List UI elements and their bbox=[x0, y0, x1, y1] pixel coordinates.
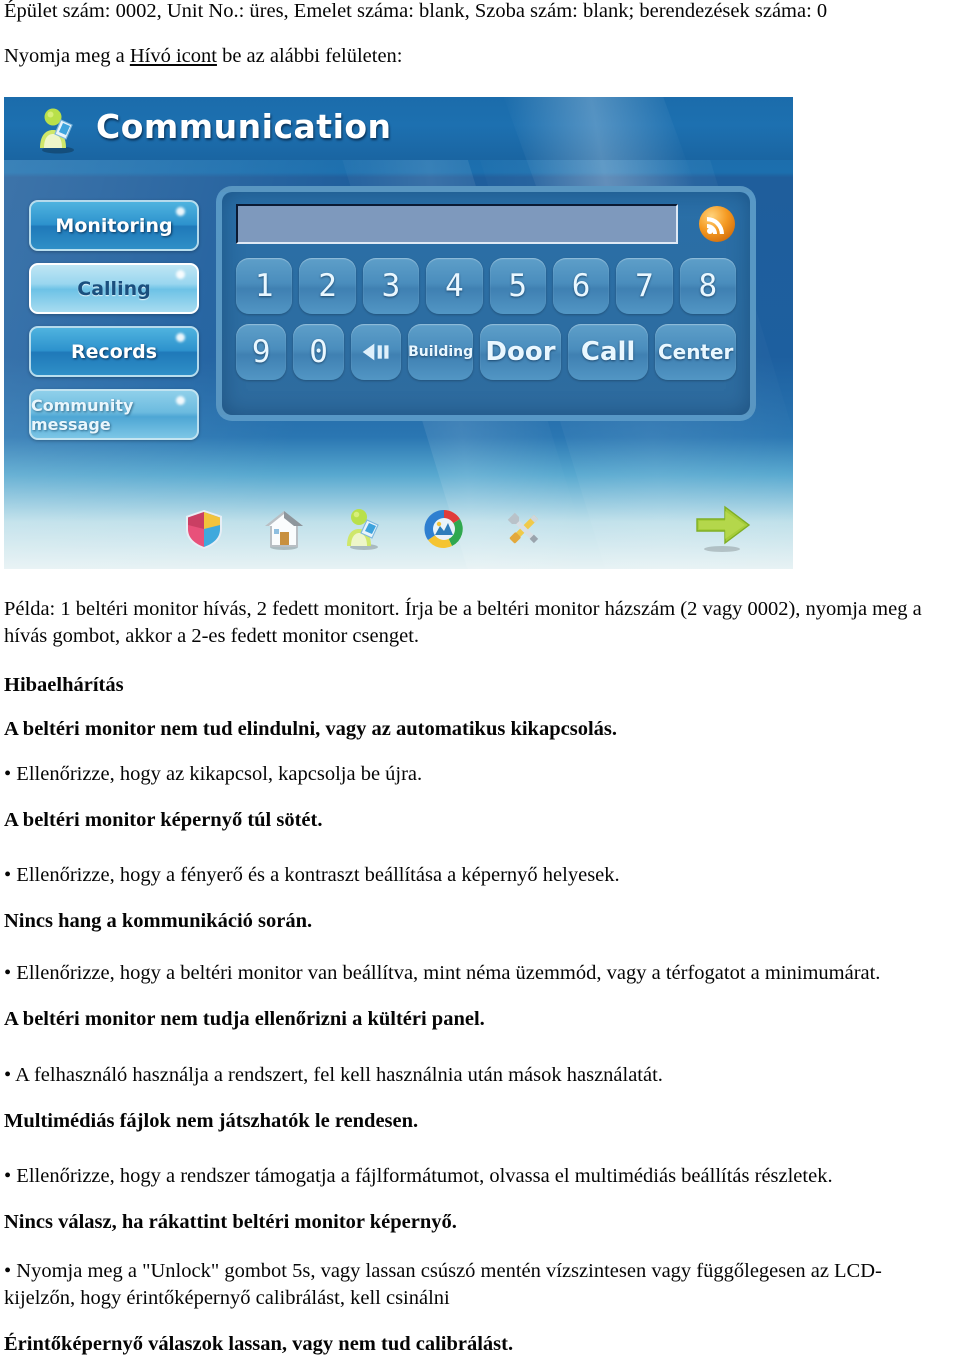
heading-no-outdoor-monitoring-text: A beltéri monitor nem tudja ellenőrizni … bbox=[4, 1008, 485, 1030]
menu-item-monitoring-label: Monitoring bbox=[55, 214, 173, 237]
key-3[interactable]: 3 bbox=[362, 258, 420, 314]
building-info-line: Épület szám: 0002, Unit No.: üres, Emele… bbox=[4, 0, 954, 25]
heading-screen-dark: A beltéri monitor képernyő túl sötét. bbox=[4, 807, 322, 834]
menu-item-monitoring[interactable]: Monitoring bbox=[29, 200, 199, 251]
screen-menu: Monitoring Calling Records Community mes… bbox=[29, 200, 199, 452]
keypad-keys: 1 2 3 4 5 6 7 8 9 0 Building Door Call C… bbox=[236, 258, 736, 390]
display-row bbox=[236, 204, 736, 248]
bullet-mute-volume: • Ellenőrizze, hogy a beltéri monitor va… bbox=[4, 960, 880, 987]
next-arrow-icon[interactable] bbox=[691, 501, 753, 553]
button-highlight bbox=[176, 207, 185, 216]
screen-title: Communication bbox=[96, 107, 392, 146]
press-call-icon-line: Nyomja meg a Hívó icont be az alábbi fel… bbox=[4, 43, 704, 70]
menu-item-records-label: Records bbox=[70, 340, 158, 363]
keypad-row-2: 9 0 Building Door Call Center bbox=[236, 324, 736, 380]
document-page: Épület szám: 0002, Unit No.: üres, Emele… bbox=[0, 0, 960, 1363]
call-icon-link[interactable]: Hívó icont bbox=[130, 45, 217, 67]
screen-dock bbox=[4, 477, 793, 569]
button-highlight bbox=[176, 270, 185, 279]
dock-icon-group bbox=[182, 507, 546, 551]
menu-item-calling[interactable]: Calling bbox=[29, 263, 199, 314]
heading-cannot-start-text: A beltéri monitor nem tud elindulni, vag… bbox=[4, 718, 617, 740]
heading-cannot-start: A beltéri monitor nem tud elindulni, vag… bbox=[4, 716, 617, 743]
multimedia-globe-icon[interactable] bbox=[422, 507, 466, 551]
key-call[interactable]: Call bbox=[567, 324, 649, 380]
menu-item-community-message-label: Community message bbox=[31, 395, 134, 434]
bullet-user-system-text: • A felhasználó használja a rendszert, f… bbox=[4, 1064, 663, 1086]
bullet-power-cycle-text: • Ellenőrizze, hogy az kikapcsol, kapcso… bbox=[4, 763, 423, 785]
key-7[interactable]: 7 bbox=[616, 258, 673, 314]
heading-no-outdoor-monitoring: A beltéri monitor nem tudja ellenőrizni … bbox=[4, 1006, 485, 1033]
heading-no-sound: Nincs hang a kommunikáció során. bbox=[4, 908, 312, 935]
press-call-icon-text: Nyomja meg a Hívó icont be az alábbi fel… bbox=[4, 43, 704, 70]
bullet-fileformat: • Ellenőrizze, hogy a rendszer támogatja… bbox=[4, 1163, 833, 1190]
heading-multimedia: Multimédiás fájlok nem játszhatók le ren… bbox=[4, 1108, 418, 1135]
key-8[interactable]: 8 bbox=[679, 258, 736, 314]
rss-signal-icon[interactable] bbox=[698, 205, 736, 243]
heading-slow-response: Érintőképernyő válaszok lassan, vagy nem… bbox=[4, 1331, 513, 1358]
building-info-text: Épület szám: 0002, Unit No.: üres, Emele… bbox=[4, 0, 828, 22]
bullet-unlock-text: • Nyomja meg a "Unlock" gombot 5s, vagy … bbox=[4, 1260, 882, 1309]
example-paragraph: Példa: 1 beltéri monitor hívás, 2 fedett… bbox=[4, 596, 954, 650]
heading-no-response-text: Nincs válasz, ha rákattint beltéri monit… bbox=[4, 1211, 457, 1233]
bullet-power-cycle: • Ellenőrizze, hogy az kikapcsol, kapcso… bbox=[4, 761, 422, 788]
press-prefix: Nyomja meg a bbox=[4, 45, 130, 67]
key-5[interactable]: 5 bbox=[489, 258, 546, 314]
heading-screen-dark-text: A beltéri monitor képernyő túl sötét. bbox=[4, 809, 323, 831]
heading-slow-response-text: Érintőképernyő válaszok lassan, vagy nem… bbox=[4, 1333, 514, 1355]
communication-person-icon[interactable] bbox=[342, 507, 386, 551]
keypad-row-1: 1 2 3 4 5 6 7 8 bbox=[236, 258, 736, 314]
user-communication-icon bbox=[34, 106, 82, 154]
key-4[interactable]: 4 bbox=[426, 258, 483, 314]
heading-no-sound-text: Nincs hang a kommunikáció során. bbox=[4, 910, 313, 932]
screen-title-bar: Communication bbox=[4, 97, 793, 238]
bullet-brightness-text: • Ellenőrizze, hogy a fényerő és a kontr… bbox=[4, 864, 620, 886]
heading-no-response: Nincs válasz, ha rákattint beltéri monit… bbox=[4, 1209, 457, 1236]
key-center[interactable]: Center bbox=[655, 324, 736, 380]
button-highlight bbox=[176, 333, 185, 342]
settings-tools-icon[interactable] bbox=[502, 507, 546, 551]
menu-item-calling-label: Calling bbox=[77, 277, 151, 300]
bullet-mute-volume-text: • Ellenőrizze, hogy a beltéri monitor va… bbox=[4, 962, 881, 984]
screen-body: Monitoring Calling Records Community mes… bbox=[4, 160, 793, 569]
key-door[interactable]: Door bbox=[480, 324, 561, 380]
menu-item-records[interactable]: Records bbox=[29, 326, 199, 377]
key-2[interactable]: 2 bbox=[299, 258, 356, 314]
heading-troubleshooting-text: Hibaelhárítás bbox=[4, 674, 124, 696]
backspace-icon[interactable] bbox=[350, 324, 402, 380]
key-building[interactable]: Building bbox=[408, 324, 474, 380]
menu-item-community-message[interactable]: Community message bbox=[29, 389, 199, 440]
key-1[interactable]: 1 bbox=[236, 258, 293, 314]
indoor-monitor-screenshot: Communication Monitoring Calling Records bbox=[4, 97, 793, 569]
press-suffix: be az alábbi felületen: bbox=[216, 45, 403, 67]
key-0[interactable]: 0 bbox=[293, 324, 344, 380]
keypad-panel: 1 2 3 4 5 6 7 8 9 0 Building Door Call C… bbox=[216, 186, 756, 421]
number-display-input[interactable] bbox=[236, 204, 678, 244]
example-text: Példa: 1 beltéri monitor hívás, 2 fedett… bbox=[4, 598, 922, 647]
home-house-icon[interactable] bbox=[262, 507, 306, 551]
heading-multimedia-text: Multimédiás fájlok nem játszhatók le ren… bbox=[4, 1110, 419, 1132]
bullet-user-system: • A felhasználó használja a rendszert, f… bbox=[4, 1062, 663, 1089]
heading-troubleshooting: Hibaelhárítás bbox=[4, 672, 124, 699]
bullet-fileformat-text: • Ellenőrizze, hogy a rendszer támogatja… bbox=[4, 1165, 833, 1187]
key-9[interactable]: 9 bbox=[236, 324, 287, 380]
bullet-unlock: • Nyomja meg a "Unlock" gombot 5s, vagy … bbox=[4, 1258, 952, 1312]
key-6[interactable]: 6 bbox=[552, 258, 610, 314]
bullet-brightness: • Ellenőrizze, hogy a fényerő és a kontr… bbox=[4, 862, 620, 889]
security-shield-icon[interactable] bbox=[182, 507, 226, 551]
